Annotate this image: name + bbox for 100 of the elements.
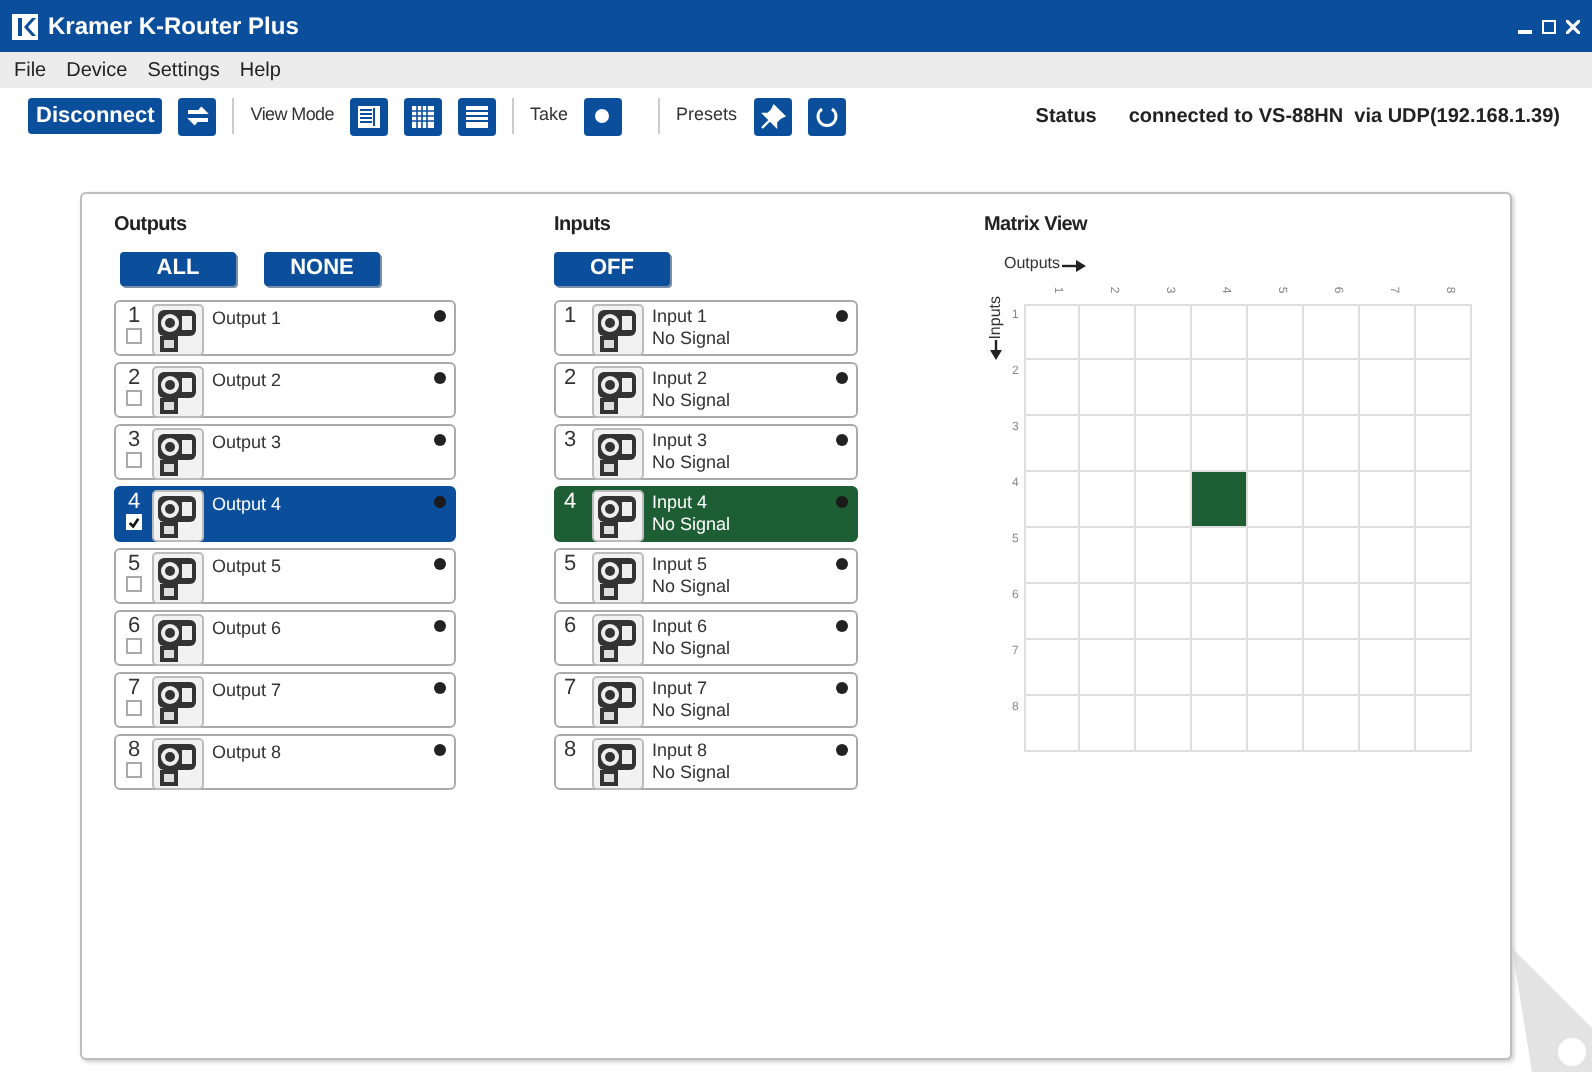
matrix-cell[interactable] <box>1416 528 1472 584</box>
matrix-cell[interactable] <box>1024 640 1080 696</box>
input-item[interactable]: 2 Input 2 No Signal <box>554 362 858 418</box>
input-item[interactable]: 1 Input 1 No Signal <box>554 300 858 356</box>
matrix-cell[interactable] <box>1360 528 1416 584</box>
matrix-cell[interactable] <box>1304 416 1360 472</box>
matrix-cell[interactable] <box>1248 304 1304 360</box>
off-button[interactable]: OFF <box>554 252 670 286</box>
menu-item[interactable]: Device <box>60 55 134 85</box>
input-item[interactable]: 3 Input 3 No Signal <box>554 424 858 480</box>
output-item[interactable]: 5 Output 5 <box>114 548 456 604</box>
output-checkbox[interactable] <box>126 638 142 654</box>
matrix-cell[interactable] <box>1248 416 1304 472</box>
output-item[interactable]: 7 Output 7 <box>114 672 456 728</box>
output-item[interactable]: 8 Output 8 <box>114 734 456 790</box>
input-item[interactable]: 7 Input 7 No Signal <box>554 672 858 728</box>
disconnect-button[interactable]: Disconnect <box>28 98 163 134</box>
list-view-icon[interactable] <box>349 97 388 135</box>
menu-item[interactable]: Help <box>233 55 287 85</box>
maximize-icon[interactable] <box>1542 19 1556 33</box>
matrix-cell[interactable] <box>1416 696 1472 752</box>
matrix-cell[interactable] <box>1080 640 1136 696</box>
matrix-cell[interactable] <box>1024 584 1080 640</box>
input-item[interactable]: 6 Input 6 No Signal <box>554 610 858 666</box>
matrix-cell[interactable] <box>1304 472 1360 528</box>
matrix-cell[interactable] <box>1416 416 1472 472</box>
matrix-cell[interactable] <box>1416 640 1472 696</box>
output-item[interactable]: 2 Output 2 <box>114 362 456 418</box>
matrix-cell[interactable] <box>1136 584 1192 640</box>
refresh-icon[interactable] <box>807 97 845 135</box>
input-item[interactable]: 8 Input 8 No Signal <box>554 734 858 790</box>
matrix-cell[interactable] <box>1024 416 1080 472</box>
matrix-cell[interactable] <box>1304 584 1360 640</box>
matrix-cell[interactable] <box>1248 640 1304 696</box>
output-checkbox[interactable] <box>126 576 142 592</box>
matrix-cell[interactable] <box>1080 304 1136 360</box>
matrix-cell[interactable] <box>1024 696 1080 752</box>
matrix-cell[interactable] <box>1248 472 1304 528</box>
matrix-cell[interactable] <box>1080 472 1136 528</box>
grid-view-icon[interactable] <box>403 97 442 135</box>
menu-item[interactable]: File <box>8 55 53 85</box>
swap-arrows-icon[interactable] <box>178 97 217 135</box>
output-item[interactable]: 6 Output 6 <box>114 610 456 666</box>
output-item[interactable]: 3 Output 3 <box>114 424 456 480</box>
matrix-cell[interactable] <box>1248 696 1304 752</box>
matrix-cell[interactable] <box>1360 584 1416 640</box>
output-checkbox[interactable] <box>126 390 142 406</box>
output-checkbox[interactable] <box>126 452 142 468</box>
matrix-cell[interactable] <box>1416 360 1472 416</box>
matrix-cell[interactable] <box>1136 696 1192 752</box>
matrix-cell[interactable] <box>1136 360 1192 416</box>
matrix-cell[interactable] <box>1360 640 1416 696</box>
matrix-cell[interactable] <box>1248 584 1304 640</box>
matrix-cell[interactable] <box>1248 360 1304 416</box>
matrix-cell[interactable] <box>1192 584 1248 640</box>
matrix-cell[interactable] <box>1080 584 1136 640</box>
close-icon[interactable] <box>1566 19 1580 33</box>
matrix-cell[interactable] <box>1360 360 1416 416</box>
matrix-cell[interactable] <box>1192 472 1248 528</box>
matrix-cell[interactable] <box>1192 640 1248 696</box>
matrix-cell[interactable] <box>1360 416 1416 472</box>
matrix-cell[interactable] <box>1360 304 1416 360</box>
matrix-cell[interactable] <box>1304 528 1360 584</box>
matrix-cell[interactable] <box>1192 360 1248 416</box>
output-checkbox[interactable] <box>126 762 142 778</box>
matrix-cell[interactable] <box>1248 528 1304 584</box>
matrix-cell[interactable] <box>1080 416 1136 472</box>
matrix-cell[interactable] <box>1024 304 1080 360</box>
select-button[interactable]: NONE <box>264 252 380 286</box>
matrix-cell[interactable] <box>1080 360 1136 416</box>
output-checkbox[interactable] <box>126 514 142 530</box>
matrix-cell[interactable] <box>1136 472 1192 528</box>
matrix-cell[interactable] <box>1080 528 1136 584</box>
matrix-cell[interactable] <box>1080 696 1136 752</box>
output-item[interactable]: 1 Output 1 <box>114 300 456 356</box>
rows-view-icon[interactable] <box>457 97 496 135</box>
record-icon[interactable] <box>583 97 622 135</box>
matrix-cell[interactable] <box>1360 472 1416 528</box>
matrix-cell[interactable] <box>1304 304 1360 360</box>
matrix-cell[interactable] <box>1416 584 1472 640</box>
matrix-cell[interactable] <box>1192 304 1248 360</box>
select-button[interactable]: ALL <box>120 252 236 286</box>
matrix-cell[interactable] <box>1360 696 1416 752</box>
pin-icon[interactable] <box>753 97 791 135</box>
output-checkbox[interactable] <box>126 328 142 344</box>
output-checkbox[interactable] <box>126 700 142 716</box>
matrix-cell[interactable] <box>1024 472 1080 528</box>
output-item[interactable]: 4 Output 4 <box>114 486 456 542</box>
matrix-cell[interactable] <box>1304 696 1360 752</box>
input-item[interactable]: 5 Input 5 No Signal <box>554 548 858 604</box>
matrix-cell[interactable] <box>1136 640 1192 696</box>
matrix-cell[interactable] <box>1416 472 1472 528</box>
matrix-cell[interactable] <box>1416 304 1472 360</box>
matrix-cell[interactable] <box>1024 360 1080 416</box>
matrix-cell[interactable] <box>1136 416 1192 472</box>
matrix-cell[interactable] <box>1024 528 1080 584</box>
menu-item[interactable]: Settings <box>141 55 226 85</box>
matrix-cell[interactable] <box>1136 528 1192 584</box>
matrix-cell[interactable] <box>1136 304 1192 360</box>
matrix-cell[interactable] <box>1192 416 1248 472</box>
